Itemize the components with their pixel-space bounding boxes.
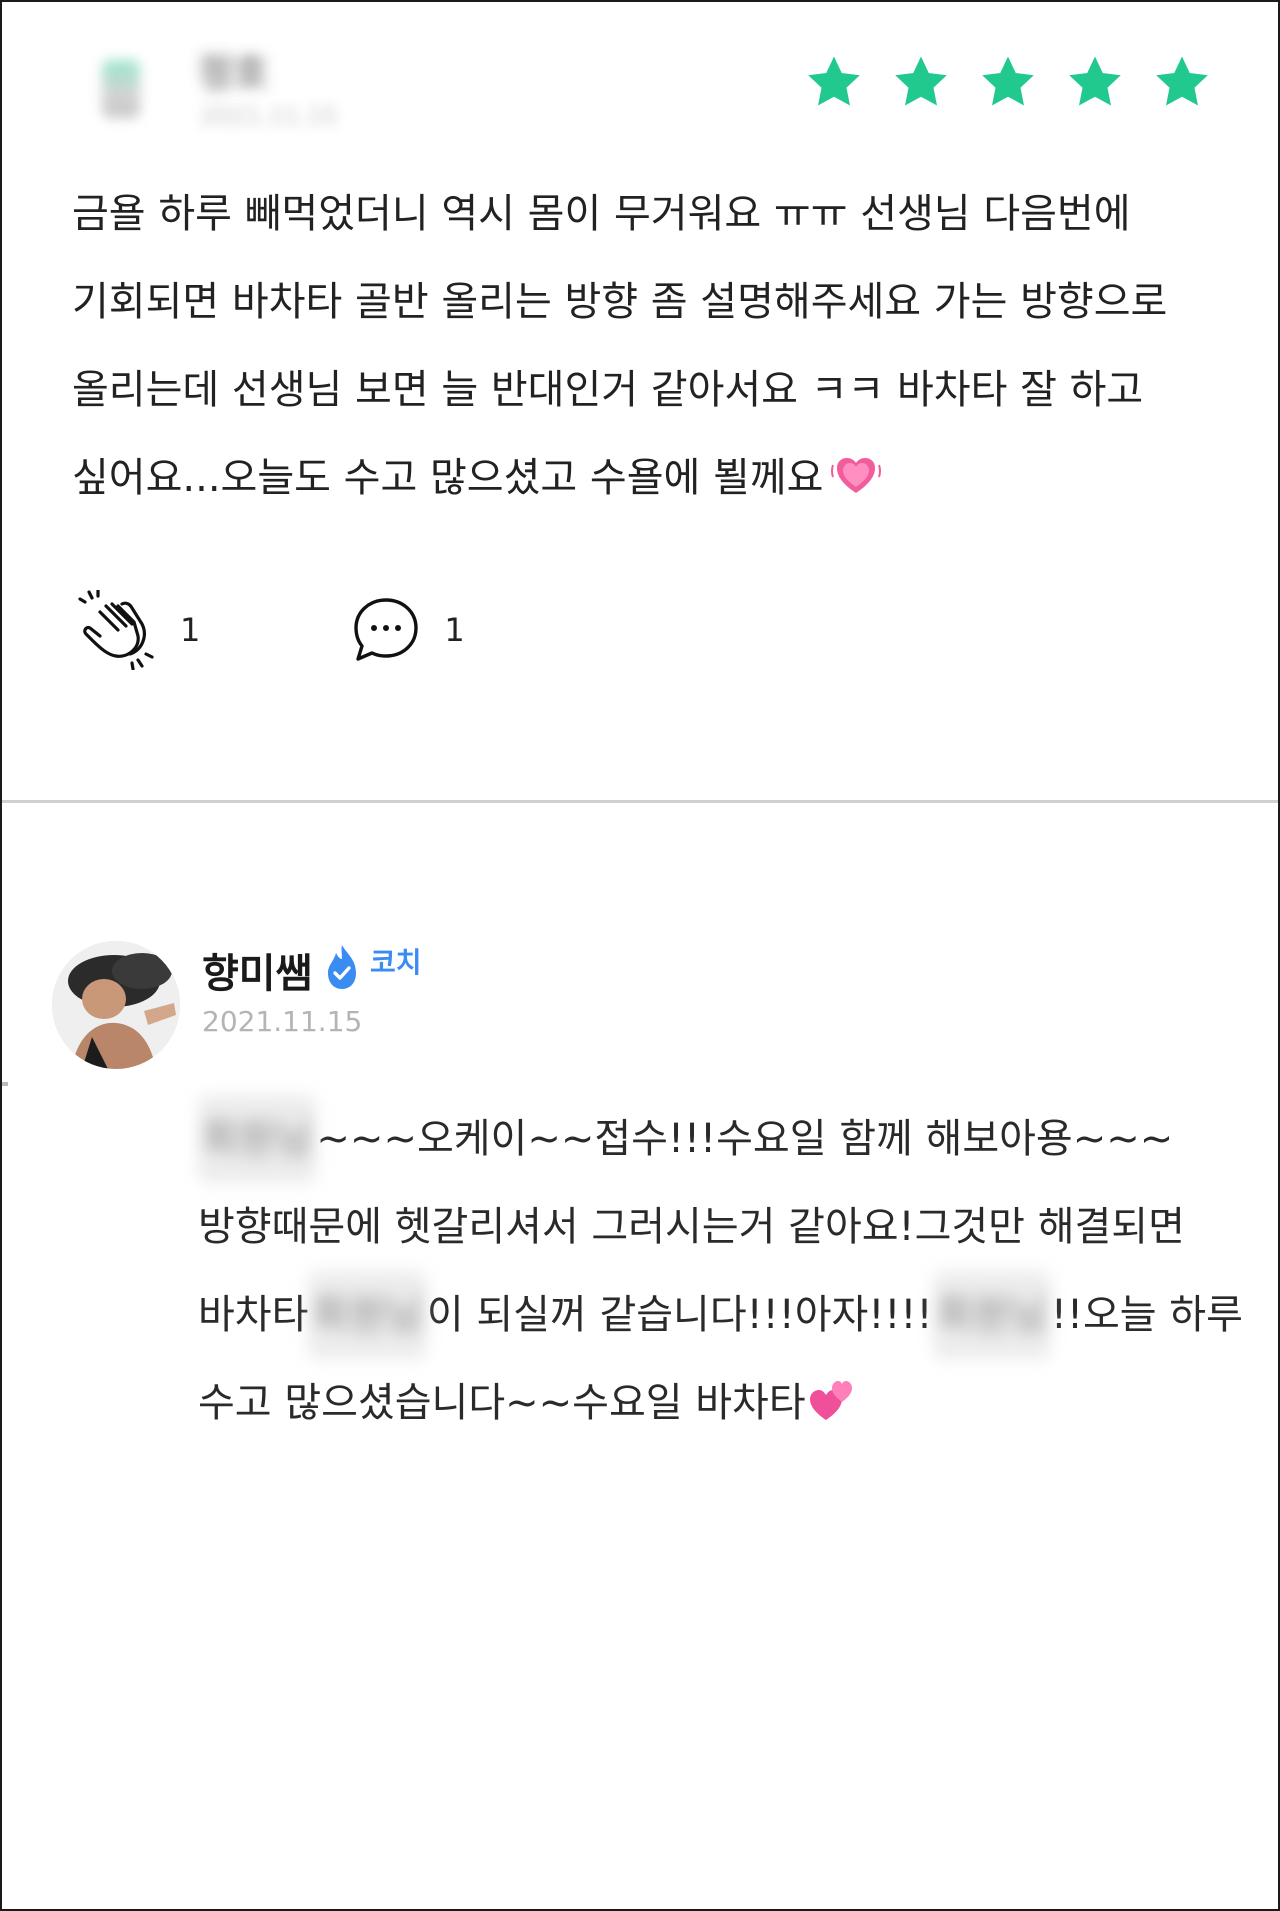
review-card: 정호 2021.11.15 금욜 하루 빼먹었더니 역시 몸이 무거워요 ㅠㅠ … (2, 2, 1278, 802)
review-date: 2021.11.15 (200, 102, 338, 130)
clap-icon (78, 590, 154, 670)
coach-photo (52, 941, 180, 1069)
comment-button[interactable]: 1 (350, 594, 465, 666)
reply-text-part-2: 이 되실꺼 같습니다!!!아자!!!! (426, 1292, 933, 1338)
reviewer-avatar[interactable] (102, 60, 140, 118)
reply-date: 2021.11.15 (202, 1005, 363, 1038)
blurred-member-name: 회원님 (308, 1271, 427, 1359)
star-icon (1069, 56, 1121, 106)
star-icon (982, 56, 1034, 106)
reply-body: 회원님 ~~~오케이~~접수!!!수요일 함께 해보아용~~~방향때문에 헷갈리셔… (198, 1095, 1248, 1447)
comments-count: 1 (444, 611, 465, 649)
review-text: 금욜 하루 빼먹었더니 역시 몸이 무거워요 ㅠㅠ 선생님 다음번에 기회되면 … (72, 191, 1168, 501)
blurred-member-name: 회원님 (198, 1095, 317, 1183)
star-icon (808, 56, 860, 106)
star-icon (1156, 56, 1208, 106)
review-body: 금욜 하루 빼먹었더니 역시 몸이 무거워요 ㅠㅠ 선생님 다음번에 기회되면 … (72, 170, 1232, 522)
reviewer-name[interactable]: 정호 (198, 42, 268, 97)
review-actions: 1 1 (78, 590, 465, 670)
coach-avatar[interactable] (52, 941, 180, 1069)
verified-flame-icon (328, 945, 356, 989)
star-icon (895, 56, 947, 106)
clap-button[interactable]: 1 (78, 590, 200, 670)
blurred-member-name: 회원님 (932, 1271, 1051, 1359)
heart-pulse-emoji-icon (831, 458, 882, 493)
edge-mark (2, 1082, 8, 1086)
coach-badge: 코치 (370, 946, 422, 979)
rating-stars (804, 52, 1212, 112)
two-hearts-emoji-icon (809, 1381, 852, 1420)
section-divider (2, 800, 1278, 803)
claps-count: 1 (180, 611, 201, 649)
comment-icon (354, 598, 419, 661)
coach-name[interactable]: 향미쌤 (202, 941, 312, 999)
